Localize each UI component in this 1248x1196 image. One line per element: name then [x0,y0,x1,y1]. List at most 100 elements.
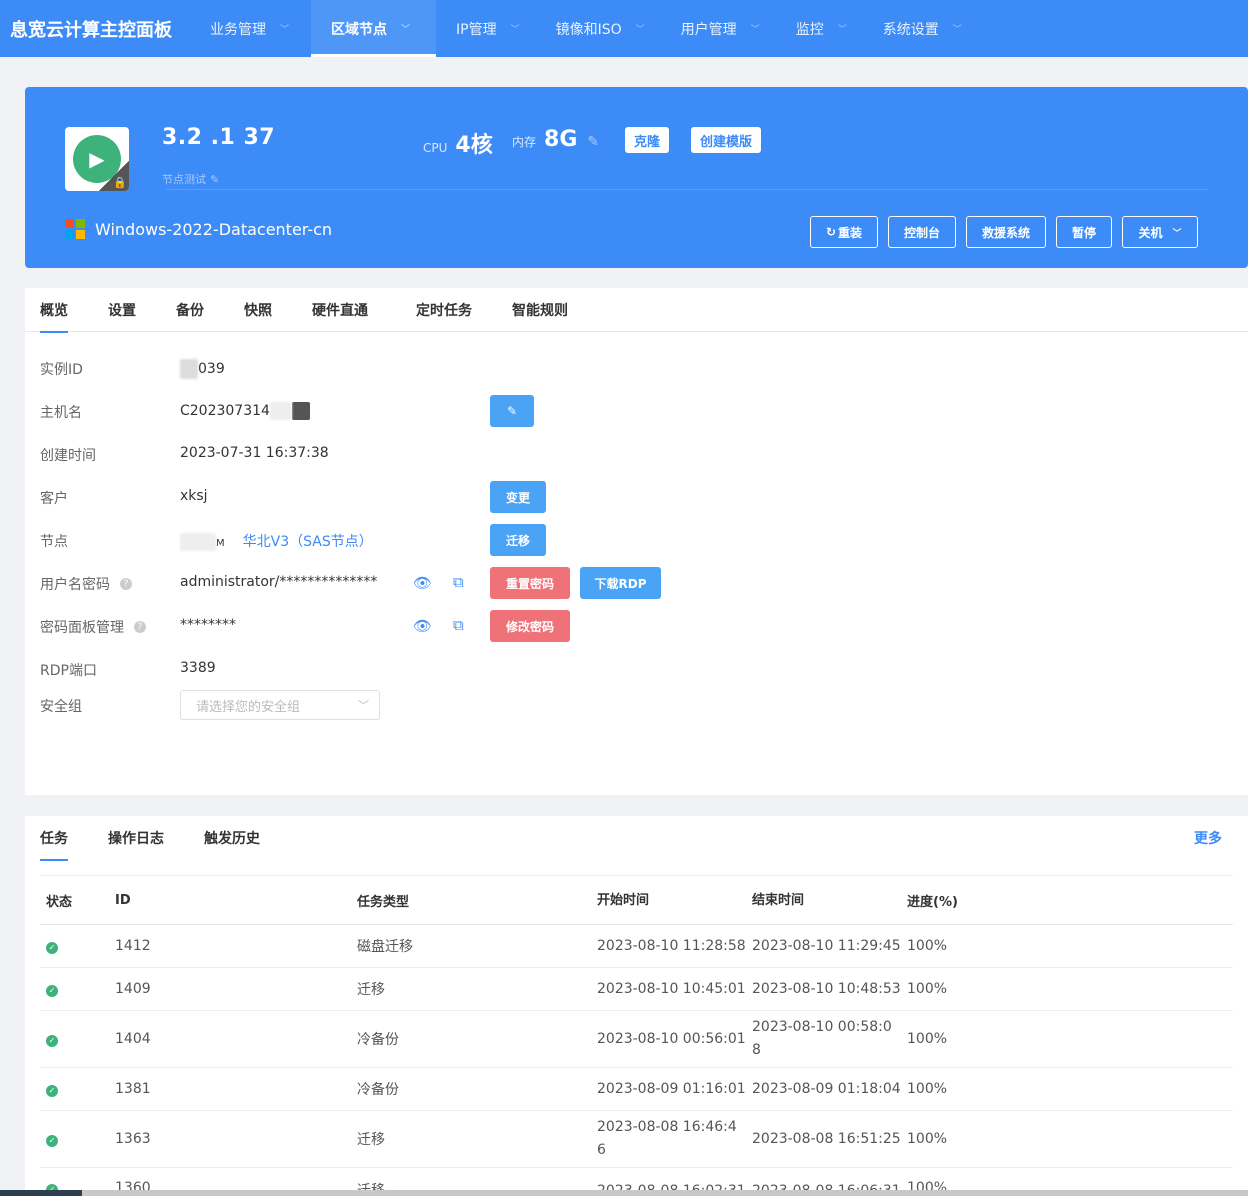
table-row[interactable]: ✓ 1381 冷备份 2023-08-09 01:16:01 2023-08-0… [40,1068,1233,1111]
panel-password-label-text: 密码面板管理 [40,620,124,636]
rdp-port-label: RDP端口 [40,663,97,679]
create-template-button[interactable]: 创建模版 [691,127,762,153]
customer-label: 客户 [40,491,68,507]
created-value: 2023-07-31 16:37:38 [180,445,329,461]
task-end: 2023-08-10 11:29:45 [752,937,901,954]
tab-backup[interactable]: 备份 [176,288,204,332]
console-button[interactable]: 控制台 [888,216,956,248]
task-progress: 100% [907,1031,948,1047]
hostname-text: C202307314 [180,403,270,419]
success-check-icon: ✓ [46,1034,58,1047]
instance-status-icon[interactable]: ▶ 🔒 [65,127,129,191]
table-row[interactable]: ✓ 1363 迁移 2023-08-08 16:46:46 2023-08-08… [40,1111,1233,1168]
task-id: 1409 [115,981,151,997]
reinstall-button[interactable]: ↻ 重装 [810,216,878,248]
task-start: 2023-08-10 00:56:01 [597,1030,746,1047]
task-start: 2023-08-09 01:16:01 [597,1080,746,1097]
task-id: 1404 [115,1031,151,1047]
lock-icon: 🔒 [113,176,127,189]
select-placeholder: 请选择您的安全组 [196,699,301,715]
copy-icon[interactable]: ⧉ [453,616,464,634]
change-customer-button[interactable]: 变更 [490,481,546,513]
chevron-down-icon: ﹀ [750,25,760,35]
eye-icon[interactable]: 👁 [413,574,432,592]
task-end: 2023-08-09 01:18:04 [752,1080,901,1097]
task-end: 2023-08-10 10:48:53 [752,980,901,997]
task-start: 2023-08-10 11:28:58 [597,937,746,954]
success-check-icon: ✓ [46,984,58,997]
nav-label: 镜像和ISO [555,21,622,38]
nav-monitor[interactable]: 监控 ﹀ [782,0,869,57]
redacted-mask [180,359,198,379]
table-row[interactable]: ✓ 1404 冷备份 2023-08-10 00:56:01 2023-08-1… [40,1011,1233,1068]
task-end: 2023-08-08 16:51:25 [752,1130,901,1147]
tab-tasks[interactable]: 任务 [40,816,68,861]
nav-ip[interactable]: IP管理 ﹀ [436,0,542,57]
windows-logo-icon [65,219,85,239]
help-icon[interactable]: ? [134,621,146,633]
more-link[interactable]: 更多 [1194,828,1222,848]
task-type: 冷备份 [357,1032,399,1048]
nav-business[interactable]: 业务管理 ﹀ [200,0,311,57]
tab-passthrough[interactable]: 硬件直通 [312,288,368,332]
nav-label: 用户管理 [680,21,737,38]
status-cell: ✓ [40,981,115,997]
userpass-label: 用户名密码? [40,574,132,594]
tasks-card: 任务 操作日志 触发历史 更多 状态 ID 任务类型 开始时间 结束时间 进度(… [25,816,1248,1196]
copy-icon[interactable]: ⧉ [453,573,464,591]
task-progress: 100% [907,938,948,954]
tab-scheduled[interactable]: 定时任务 [416,288,472,332]
tab-smart-rules[interactable]: 智能规则 [512,288,568,332]
security-group-select[interactable]: 请选择您的安全组 ﹀ [180,690,380,720]
tab-snapshot[interactable]: 快照 [244,288,272,332]
change-password-button[interactable]: 修改密码 [490,610,570,642]
edit-icon[interactable]: ✎ [587,134,599,150]
task-id: 1363 [115,1131,151,1147]
instance-note[interactable]: 节点测试 ✎ [162,171,219,187]
nav-users[interactable]: 用户管理 ﹀ [667,0,782,57]
node-value: M 华北V3（SAS节点） [180,531,373,551]
tab-operation-log[interactable]: 操作日志 [108,816,164,860]
cpu-spec: CPU 4核 [423,127,493,159]
edit-icon: ✎ [506,404,518,418]
os-info: Windows-2022-Datacenter-cn [65,219,332,239]
redacted-mask [180,533,216,551]
redacted-mask [269,402,292,420]
nav-images[interactable]: 镜像和ISO ﹀ [542,0,667,57]
shutdown-dropdown[interactable]: 关机 ﹀ [1122,216,1198,248]
security-group-label: 安全组 [40,699,82,715]
nav-label: 系统设置 [882,21,939,38]
tab-settings[interactable]: 设置 [108,288,136,332]
cpu-label: CPU [423,141,448,155]
rescue-button[interactable]: 救援系统 [966,216,1046,248]
edit-icon[interactable]: ✎ [210,173,219,186]
reset-password-button[interactable]: 重置密码 [490,567,570,599]
task-type: 磁盘迁移 [357,939,413,955]
table-row[interactable]: ✓ 1409 迁移 2023-08-10 10:45:01 2023-08-10… [40,968,1233,1011]
tab-overview[interactable]: 概览 [40,288,68,333]
table-row[interactable]: ✓ 1412 磁盘迁移 2023-08-10 11:28:58 2023-08-… [40,925,1233,968]
chevron-down-icon: ﹀ [358,699,369,712]
node-prefix: M [216,538,225,549]
instance-id-label: 实例ID [40,362,83,378]
chevron-down-icon: ﹀ [510,25,520,35]
node-link[interactable]: 华北V3（SAS节点） [243,534,373,550]
customer-value: xksj [180,488,208,504]
download-rdp-button[interactable]: 下载RDP [580,567,661,599]
task-type: 迁移 [357,982,385,998]
nav-region-nodes[interactable]: 区域节点 ﹀ [311,0,437,57]
horizontal-scrollbar[interactable] [0,1190,1248,1196]
clone-button[interactable]: 克隆 [625,127,670,153]
tab-trigger-history[interactable]: 触发历史 [204,816,260,860]
pause-button[interactable]: 暂停 [1056,216,1112,248]
refresh-icon: ↻ [825,225,837,239]
help-icon[interactable]: ? [120,578,132,590]
cpu-value: 4核 [455,133,493,158]
chevron-down-icon: ﹀ [280,25,290,35]
migrate-button[interactable]: 迁移 [490,524,546,556]
chevron-down-icon: ﹀ [952,25,962,35]
nav-settings[interactable]: 系统设置 ﹀ [869,0,984,57]
eye-icon[interactable]: 👁 [413,617,432,635]
edit-hostname-button[interactable]: ✎ [490,395,534,427]
task-id: 1412 [115,938,151,954]
